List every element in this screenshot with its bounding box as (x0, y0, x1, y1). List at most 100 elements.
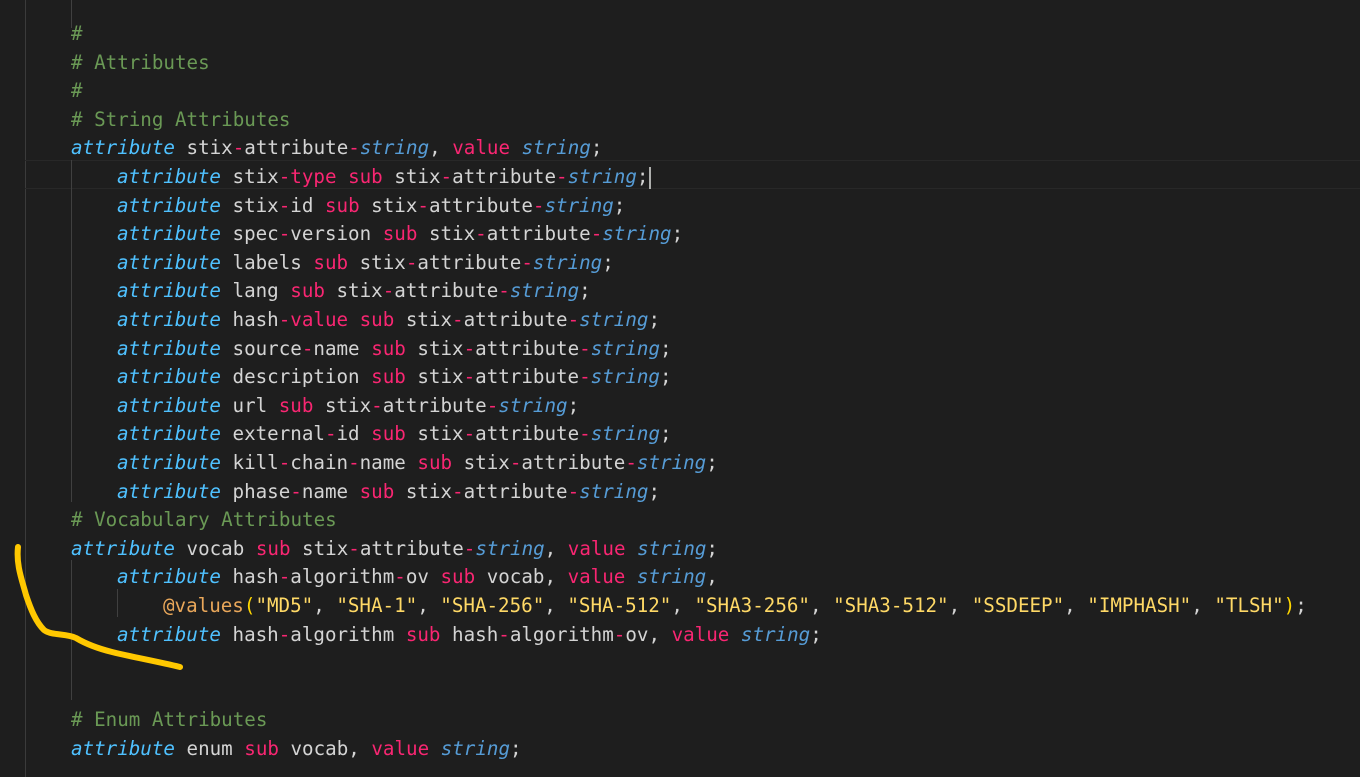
code-line[interactable]: attribute phase-name sub stix-attribute-… (117, 477, 660, 506)
code-line[interactable]: attribute external-id sub stix-attribute… (117, 419, 672, 448)
code-token: string (590, 422, 660, 446)
code-token: - (567, 479, 580, 503)
code-token: , (671, 594, 695, 617)
code-token: stix (394, 479, 453, 503)
code-token: - (509, 451, 522, 474)
code-token: - (348, 136, 360, 160)
code-token: attribute (428, 193, 533, 217)
code-line[interactable]: # Attributes (71, 48, 210, 77)
code-line[interactable]: attribute hash-algorithm sub hash-algori… (117, 620, 822, 649)
code-line[interactable]: attribute stix-id sub stix-attribute-str… (117, 191, 625, 220)
code-token: - (371, 393, 383, 417)
code-line[interactable]: attribute stix-type sub stix-attribute-s… (117, 162, 652, 191)
code-line[interactable]: attribute spec-version sub stix-attribut… (117, 219, 683, 248)
code-token: value (671, 622, 730, 646)
code-line[interactable]: attribute vocab sub stix-attribute-strin… (71, 534, 718, 563)
code-token: , (544, 594, 568, 617)
code-token: string (740, 622, 811, 646)
code-token: - (452, 308, 464, 331)
code-line[interactable]: attribute labels sub stix-attribute-stri… (117, 248, 614, 277)
code-token: ; (648, 308, 661, 331)
code-token: hash (220, 565, 279, 589)
code-token: vocab (174, 536, 245, 560)
code-token: name (313, 336, 360, 360)
code-token: "IMPHASH" (1087, 594, 1192, 617)
code-token: - (475, 222, 487, 246)
code-token: stix (359, 193, 418, 217)
code-token: ( (243, 594, 256, 617)
code-token: - (613, 622, 626, 646)
code-token: - (625, 451, 637, 474)
code-token: ) (1283, 594, 1296, 617)
code-line[interactable]: attribute hash-value sub stix-attribute-… (117, 305, 660, 334)
code-token: sub (278, 393, 314, 417)
code-token: - (532, 193, 545, 217)
code-token: string (498, 393, 568, 417)
code-token: sub (405, 622, 441, 646)
code-token: attribute (117, 422, 221, 446)
code-line[interactable]: attribute hash-algorithm-ov sub vocab, v… (117, 562, 718, 591)
code-line[interactable]: # String Attributes (71, 105, 291, 134)
indent-guide (71, 160, 72, 502)
code-token: sub (371, 422, 406, 446)
code-token: - (348, 536, 360, 560)
code-token: type (290, 165, 337, 188)
code-token: - (579, 365, 591, 389)
code-token: attribute (117, 165, 221, 188)
editor-gutter-border (25, 0, 26, 777)
code-token: - (405, 250, 418, 274)
code-token: string (544, 193, 614, 217)
code-line[interactable]: attribute lang sub stix-attribute-string… (117, 276, 591, 305)
code-token: attribute (463, 479, 568, 503)
code-line[interactable]: # Vocabulary Attributes (71, 505, 337, 534)
code-token: - (417, 193, 429, 217)
code-token: "SHA3-512" (833, 594, 949, 617)
code-token: attribute (117, 336, 221, 360)
code-token: ov, (625, 622, 672, 646)
code-token: attribute (475, 336, 580, 360)
code-token: name (359, 451, 406, 474)
code-token: hash (220, 308, 279, 331)
code-token: url (220, 393, 268, 417)
code-token: - (382, 279, 395, 303)
code-line[interactable]: attribute kill-chain-name sub stix-attri… (117, 448, 718, 477)
indent-guide (71, 560, 72, 700)
code-token: "SHA-512" (567, 594, 672, 617)
code-line[interactable]: # (71, 76, 83, 105)
code-line[interactable]: attribute enum sub vocab, value string; (71, 734, 522, 763)
code-token: ; (706, 536, 718, 560)
code-token: - (278, 165, 291, 188)
code-token: value (290, 308, 349, 331)
code-token: stix (452, 451, 510, 474)
code-editor[interactable]: # # Attributes # # String Attributes attribu… (0, 0, 1360, 777)
code-token: - (440, 165, 453, 188)
code-token: sub (382, 222, 418, 246)
code-token: stix (290, 536, 349, 560)
code-token: - (394, 565, 406, 589)
code-token: ; (613, 193, 626, 217)
code-line[interactable]: attribute source-name sub stix-attribute… (117, 334, 672, 363)
code-token: attribute (117, 193, 221, 217)
code-token: sub (371, 336, 406, 360)
code-token: string (579, 479, 649, 503)
code-line[interactable]: # (71, 19, 83, 48)
code-token: attribute (475, 365, 580, 389)
code-line[interactable]: @values("MD5", "SHA-1", "SHA-256", "SHA-… (163, 591, 1307, 620)
code-line[interactable]: attribute stix-attribute-string, value s… (71, 133, 602, 162)
code-token: , (1064, 594, 1088, 617)
code-line[interactable]: # Enum Attributes (71, 705, 267, 734)
code-token: ; (567, 393, 580, 417)
code-token: attribute (394, 279, 499, 303)
code-token: sub (244, 737, 279, 760)
code-line[interactable]: attribute description sub stix-attribute… (117, 362, 672, 391)
code-token: # String Attributes (71, 107, 291, 131)
code-token: # Enum Attributes (71, 708, 268, 732)
code-line[interactable]: attribute url sub stix-attribute-string; (117, 391, 579, 420)
code-token: # Attributes (71, 50, 210, 74)
